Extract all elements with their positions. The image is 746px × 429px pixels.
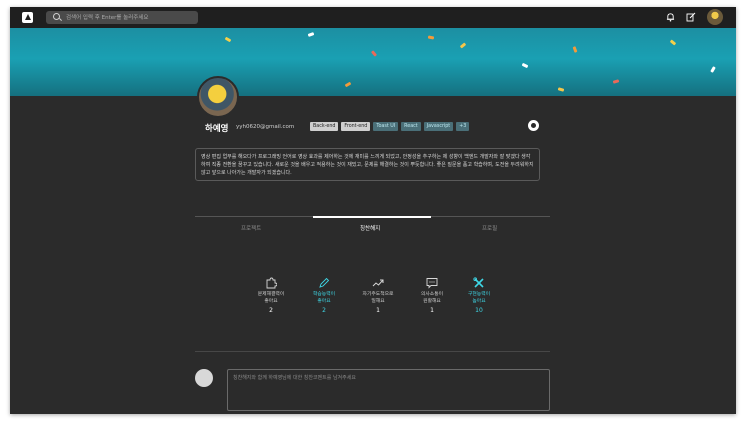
active-tab-indicator: [313, 216, 431, 218]
confetti: [669, 39, 677, 46]
confetti: [612, 79, 620, 84]
skill-tag: Back-end: [310, 122, 339, 131]
stat-count: 10: [475, 307, 483, 314]
stat-count: 2: [322, 307, 326, 314]
praise-stat-implementation: 구현능력이 높아요 10: [459, 277, 499, 314]
search-bar[interactable]: [46, 11, 198, 24]
stat-label: 학습능력이 좋아요: [312, 292, 336, 304]
confetti: [427, 35, 435, 40]
stat-label: 문제해결력이 좋아요: [257, 292, 285, 304]
stat-label: 구현능력이 높아요: [467, 292, 491, 304]
skill-tag: Toast UI: [373, 122, 399, 131]
tools-icon: [473, 277, 484, 288]
confetti: [459, 42, 467, 49]
confetti: [521, 62, 529, 69]
tab-profile[interactable]: 프로필: [482, 224, 497, 232]
pencil-icon: [319, 277, 330, 288]
skill-tag: Javascript: [423, 122, 454, 131]
edit-icon[interactable]: [686, 12, 696, 22]
skill-tag: React: [401, 122, 421, 131]
stat-count: 1: [430, 307, 434, 314]
profile-avatar: [197, 76, 239, 118]
chat-icon: [426, 278, 438, 289]
stat-label: 자기주도적으로 일해요: [362, 292, 394, 304]
tab-praise[interactable]: 칭찬해지: [360, 224, 380, 232]
confetti: [710, 66, 716, 73]
praise-stat-learning: 학습능력이 좋아요 2: [304, 277, 344, 314]
top-nav: [10, 7, 736, 28]
profile-tabs: 프로젝트 칭찬해지 프로필: [195, 216, 550, 235]
bell-icon[interactable]: [666, 12, 675, 22]
profile-banner: [10, 28, 736, 96]
confetti: [224, 36, 232, 43]
stat-count: 2: [269, 307, 273, 314]
profile-name: 하예영: [205, 124, 229, 134]
section-divider: [195, 351, 550, 352]
user-avatar[interactable]: [707, 9, 723, 25]
praise-stat-problem-solving: 문제해결력이 좋아요 2: [251, 277, 291, 314]
more-tags-badge[interactable]: +3: [456, 122, 470, 131]
praise-stat-communication: 의사소통이 원활해요 1: [412, 277, 452, 314]
github-icon[interactable]: [528, 120, 539, 131]
profile-bio: 영상 편집 업무를 해오다가 프로그래밍 언어로 영상 효과를 제어하는 것에 …: [195, 148, 540, 181]
trend-icon: [372, 279, 384, 287]
confetti: [572, 46, 578, 53]
confetti: [370, 50, 378, 57]
logo[interactable]: [22, 12, 33, 23]
stat-count: 1: [376, 307, 380, 314]
confetti: [344, 81, 352, 88]
app-window: 하예영 yyh0620@gmail.com Back-end Front-end…: [10, 7, 736, 414]
puzzle-icon: [266, 277, 277, 289]
skill-tags: Back-end Front-end Toast UI React Javasc…: [310, 122, 470, 131]
search-icon: [53, 13, 60, 20]
stat-label: 의사소통이 원활해요: [420, 292, 444, 304]
praise-stat-self-directed: 자기주도적으로 일해요 1: [358, 277, 398, 314]
confetti: [307, 32, 315, 37]
profile-email: yyh0620@gmail.com: [236, 124, 295, 130]
comment-input[interactable]: [227, 369, 550, 411]
skill-tag: Front-end: [341, 122, 371, 131]
confetti: [557, 87, 565, 92]
commenter-avatar: [195, 369, 213, 387]
tab-projects[interactable]: 프로젝트: [241, 224, 261, 232]
search-input[interactable]: [66, 11, 194, 24]
